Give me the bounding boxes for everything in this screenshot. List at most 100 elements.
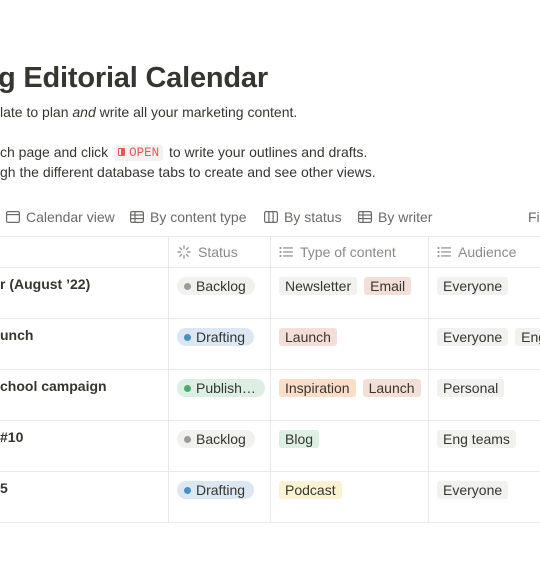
status-label: Backlog xyxy=(196,431,246,447)
type-of-content-cell[interactable]: Launch xyxy=(270,319,428,369)
audience-tag[interactable]: Eng xyxy=(515,328,540,346)
audience-cell[interactable]: Everyone xyxy=(428,472,540,522)
status-cell[interactable]: Backlog xyxy=(168,268,270,318)
type-of-content-cell[interactable]: Inspiration Launch xyxy=(270,370,428,420)
audience-tag[interactable]: Everyone xyxy=(437,277,509,295)
entry-title[interactable]: 5 xyxy=(0,480,8,496)
open-code-label: OPEN xyxy=(129,146,160,160)
name-cell[interactable]: r (August ’22) xyxy=(0,268,168,318)
tab-label: By content type xyxy=(150,209,247,225)
table-icon xyxy=(130,211,144,223)
content-type-tag[interactable]: Launch xyxy=(279,328,337,346)
audience-tags: Everyone xyxy=(437,277,509,295)
page-title: g Editorial Calendar xyxy=(0,62,268,94)
tab-label: By status xyxy=(284,209,342,225)
status-dot-icon xyxy=(184,282,191,290)
type-of-content-cell[interactable]: Blog xyxy=(270,421,428,471)
table-body: r (August ’22) Backlog Newsletter Email Ever… xyxy=(0,268,540,523)
status-badge[interactable]: Backlog xyxy=(177,277,255,295)
content-type-tag[interactable]: Podcast xyxy=(279,481,342,499)
name-cell[interactable]: chool campaign xyxy=(0,370,168,420)
status-cell[interactable]: Drafting xyxy=(168,472,270,522)
column-header-audience[interactable]: Audience xyxy=(428,237,540,267)
status-wrap: Drafting xyxy=(177,481,255,499)
content-type-tag[interactable]: Launch xyxy=(362,379,421,397)
intro-emphasis: and xyxy=(72,104,96,120)
status-cell[interactable]: Drafting xyxy=(168,319,270,369)
type-tags: Newsletter Email xyxy=(279,277,412,295)
status-badge[interactable]: Drafting xyxy=(177,481,255,499)
status-dot-icon xyxy=(184,435,191,443)
content-type-tag[interactable]: Inspiration xyxy=(279,379,356,397)
audience-cell[interactable]: Personal xyxy=(428,370,540,420)
table-row[interactable]: #10 Backlog Blog Eng teams xyxy=(0,421,540,472)
table-icon xyxy=(358,211,372,223)
tab-by-content-type[interactable]: By content type xyxy=(130,206,247,228)
intro-text: late to plan xyxy=(0,104,73,120)
type-of-content-cell[interactable]: Newsletter Email xyxy=(270,268,428,318)
status-cell[interactable]: Published xyxy=(168,370,270,420)
table-row[interactable]: r (August ’22) Backlog Newsletter Email Ever… xyxy=(0,268,540,319)
audience-tags: Personal xyxy=(437,379,505,397)
content-type-tag[interactable]: Newsletter xyxy=(279,277,358,295)
entry-title[interactable]: unch xyxy=(0,327,33,343)
open-icon xyxy=(118,148,126,156)
intro-text: to write your outlines and drafts. xyxy=(165,144,368,160)
status-wrap: Drafting xyxy=(177,328,255,346)
list-icon xyxy=(279,246,293,258)
status-badge[interactable]: Drafting xyxy=(177,328,255,346)
status-label: Drafting xyxy=(196,482,246,498)
tab-calendar-view[interactable]: Calendar view xyxy=(6,206,115,228)
intro-line-1: late to plan and write all your marketin… xyxy=(0,104,297,120)
table-row[interactable]: 5 Drafting Podcast Everyone xyxy=(0,472,540,523)
tab-label: Calendar view xyxy=(26,209,115,225)
type-tags: Blog xyxy=(279,430,320,448)
tab-fi[interactable]: Fi xyxy=(528,206,540,228)
status-cell[interactable]: Backlog xyxy=(168,421,270,471)
view-tabs: Calendar view By content type By status … xyxy=(0,206,540,228)
status-dot-icon xyxy=(184,333,191,341)
audience-tag[interactable]: Everyone xyxy=(437,328,509,346)
calendar-icon xyxy=(6,211,20,223)
tab-label: By writer xyxy=(378,209,433,225)
entry-title[interactable]: #10 xyxy=(0,429,23,445)
content-type-tag[interactable]: Email xyxy=(364,277,412,295)
audience-cell[interactable]: Everyone Eng xyxy=(428,319,540,369)
intro-text: ch page and click xyxy=(0,144,113,160)
entry-title[interactable]: r (August ’22) xyxy=(0,276,90,292)
name-cell[interactable]: #10 xyxy=(0,421,168,471)
status-wrap: Published xyxy=(177,379,265,397)
status-badge[interactable]: Published xyxy=(177,379,265,397)
status-label: Published xyxy=(196,380,256,396)
audience-cell[interactable]: Eng teams xyxy=(428,421,540,471)
tab-by-writer[interactable]: By writer xyxy=(358,206,432,228)
audience-tag[interactable]: Everyone xyxy=(437,481,509,499)
status-label: Backlog xyxy=(196,278,246,294)
type-tags: Podcast xyxy=(279,481,342,499)
editorial-table: Status Type of content Audience r (Augus… xyxy=(0,236,540,523)
column-header-type-of-content[interactable]: Type of content xyxy=(270,237,428,267)
name-cell[interactable]: 5 xyxy=(0,472,168,522)
name-cell[interactable]: unch xyxy=(0,319,168,369)
list-icon xyxy=(437,246,451,258)
audience-tags: Everyone Eng xyxy=(437,328,540,346)
status-label: Drafting xyxy=(196,329,246,345)
status-wrap: Backlog xyxy=(177,430,255,448)
status-badge[interactable]: Backlog xyxy=(177,430,255,448)
entry-title[interactable]: chool campaign xyxy=(0,378,107,394)
open-inline-code: OPEN xyxy=(114,145,164,161)
content-type-tag[interactable]: Blog xyxy=(279,430,320,448)
status-wrap: Backlog xyxy=(177,277,255,295)
tab-by-status[interactable]: By status xyxy=(264,206,342,228)
type-of-content-cell[interactable]: Podcast xyxy=(270,472,428,522)
table-row[interactable]: chool campaign Published Inspiration Launch… xyxy=(0,370,540,421)
audience-tag[interactable]: Personal xyxy=(437,379,505,397)
audience-cell[interactable]: Everyone xyxy=(428,268,540,318)
audience-tag[interactable]: Eng teams xyxy=(437,430,516,448)
table-row[interactable]: unch Drafting Launch Everyone Eng xyxy=(0,319,540,370)
audience-tags: Everyone xyxy=(437,481,509,499)
column-label: Audience xyxy=(458,244,517,260)
column-header-status[interactable]: Status xyxy=(168,237,270,267)
status-dot-icon xyxy=(184,486,191,494)
column-header-name[interactable] xyxy=(0,237,168,267)
